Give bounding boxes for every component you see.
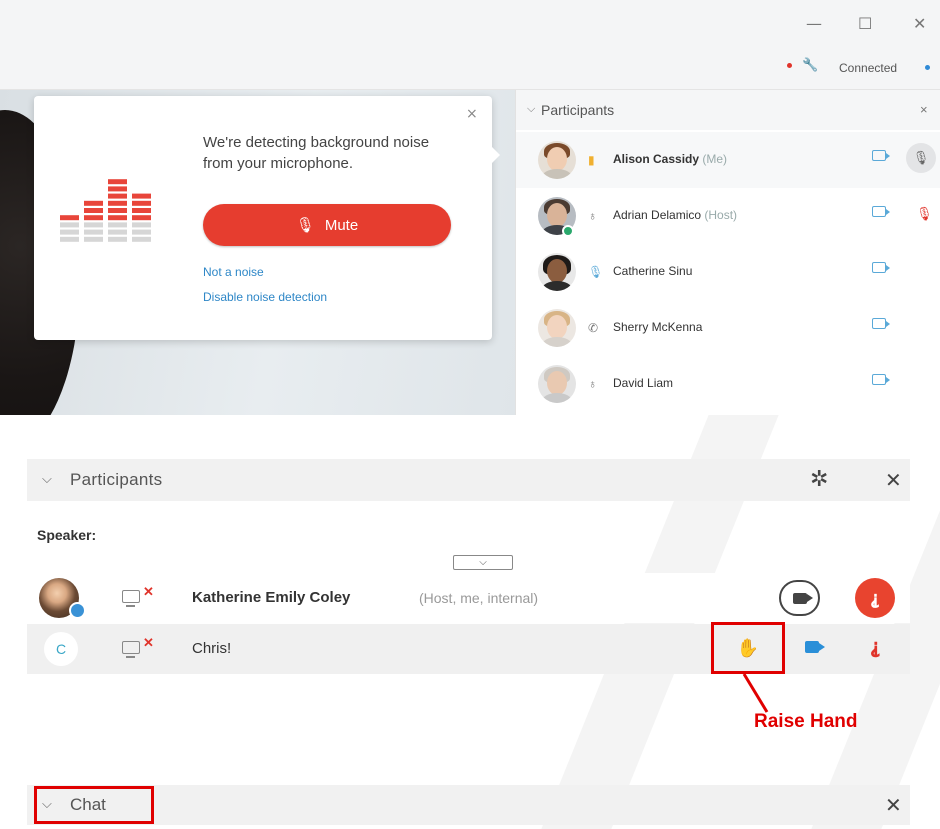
- participants-panel-top: ⌵ Participants × ▮ Alison Cassidy (Me) 🎙: [515, 90, 940, 415]
- equalizer-bar: [108, 208, 127, 213]
- participant-row[interactable]: ▮ Alison Cassidy (Me) 🎙: [516, 132, 940, 188]
- participant-name: Alison Cassidy (Me): [613, 152, 728, 166]
- equalizer-bar: [108, 193, 127, 199]
- equalizer-bar: [60, 186, 79, 191]
- speaking-icon: ▮: [588, 153, 595, 167]
- avatar: [538, 365, 576, 403]
- chat-panel-header[interactable]: ⌵ Chat ✕: [27, 785, 910, 825]
- not-a-noise-link[interactable]: Not a noise: [203, 265, 264, 279]
- equalizer-bar: [108, 179, 127, 185]
- equalizer-bar: [84, 186, 103, 191]
- participant-name: David Liam: [613, 376, 674, 390]
- chevron-down-icon[interactable]: ⌵: [527, 103, 535, 116]
- equalizer-bar: [84, 236, 103, 242]
- equalizer-bar: [60, 201, 79, 206]
- equalizer-bar: [132, 222, 151, 228]
- muted-mic-icon[interactable]: 🎙: [916, 206, 933, 222]
- equalizer-bar: [60, 236, 79, 242]
- equalizer-icon: [60, 176, 170, 246]
- raise-hand-callout-label: Raise Hand: [754, 711, 858, 732]
- minimize-icon[interactable]: —: [806, 14, 822, 33]
- raise-hand-callout-line: [742, 673, 769, 713]
- equalizer-bar: [84, 194, 103, 199]
- equalizer-bar: [60, 215, 79, 221]
- equalizer-bar: [60, 194, 79, 199]
- equalizer-bar: [132, 179, 151, 184]
- camera-icon[interactable]: [872, 374, 890, 385]
- equalizer-bar: [132, 200, 151, 206]
- equalizer-graphic: [60, 179, 151, 242]
- connection-status: Connected: [839, 61, 898, 75]
- popup-pointer: [491, 146, 500, 164]
- equalizer-bar: [132, 208, 151, 213]
- equalizer-bar: [60, 179, 79, 184]
- equalizer-bar: [132, 215, 151, 221]
- participant-name: Adrian Delamico (Host): [613, 208, 738, 222]
- microphone-icon: 🎙: [588, 265, 604, 279]
- headset-icon: ♁: [588, 209, 597, 223]
- close-icon[interactable]: ✕: [885, 793, 902, 817]
- close-icon[interactable]: ×: [920, 102, 928, 117]
- avatar: [538, 253, 576, 291]
- equalizer-bar: [108, 222, 127, 228]
- popup-close-icon[interactable]: ×: [466, 106, 478, 122]
- equalizer-bar: [60, 229, 79, 235]
- participant-name: Sherry McKenna: [613, 320, 703, 334]
- equalizer-bar: [84, 229, 103, 235]
- participant-row[interactable]: 🎙 Catherine Sinu: [516, 244, 940, 300]
- equalizer-bar: [108, 200, 127, 206]
- participant-row[interactable]: ♁ Adrian Delamico (Host) 🎙: [516, 188, 940, 244]
- equalizer-bar: [108, 186, 127, 192]
- equalizer-bar: [60, 208, 79, 213]
- window-titlebar: — ☐ ✕: [0, 0, 940, 48]
- noise-message: We're detecting background noise from yo…: [203, 134, 430, 172]
- equalizer-bar: [132, 193, 151, 199]
- mute-button[interactable]: 🎙 Mute: [203, 204, 451, 246]
- wrench-icon[interactable]: 🔧: [802, 57, 818, 73]
- connection-dot-icon: [925, 65, 930, 70]
- equalizer-bar: [84, 179, 103, 184]
- microphone-icon[interactable]: 🎙: [906, 143, 936, 173]
- chat-panel-title: Chat: [70, 795, 106, 814]
- equalizer-bar: [84, 208, 103, 213]
- recording-dot-icon: [787, 63, 792, 68]
- online-badge: [562, 225, 574, 237]
- equalizer-bar: [132, 186, 151, 191]
- avatar: [538, 309, 576, 347]
- participant-row[interactable]: ✆ Sherry McKenna: [516, 300, 940, 356]
- phone-icon: ✆: [588, 321, 599, 335]
- camera-icon[interactable]: [872, 262, 890, 273]
- equalizer-bar: [132, 229, 151, 235]
- chevron-down-icon[interactable]: ⌵: [42, 796, 52, 812]
- participant-row[interactable]: ♁ David Liam: [516, 356, 940, 412]
- mute-button-label: Mute: [324, 216, 359, 234]
- noise-detection-screenshot: — ☐ ✕ 🔧 Connected × We're detecting back…: [0, 0, 940, 415]
- camera-icon[interactable]: [872, 150, 890, 161]
- equalizer-bar: [108, 215, 127, 221]
- equalizer-bar: [84, 222, 103, 228]
- participant-name: Catherine Sinu: [613, 264, 693, 278]
- equalizer-bar: [108, 229, 127, 235]
- headset-icon: ♁: [588, 377, 597, 391]
- microphone-icon: 🎙: [295, 217, 315, 234]
- equalizer-bar: [84, 200, 103, 206]
- equalizer-bar: [84, 215, 103, 221]
- noise-detection-popup: × We're detecting background noise from …: [34, 96, 500, 340]
- meeting-status-bar: 🔧 Connected: [0, 48, 940, 90]
- close-icon[interactable]: ✕: [913, 14, 926, 33]
- camera-icon[interactable]: [872, 318, 890, 329]
- participants-panel-header: ⌵ Participants ×: [516, 90, 940, 130]
- participants-panel-title: Participants: [541, 102, 615, 118]
- equalizer-bar: [60, 222, 79, 228]
- equalizer-bar: [132, 236, 151, 242]
- camera-icon[interactable]: [872, 206, 890, 217]
- avatar: [538, 141, 576, 179]
- equalizer-bar: [108, 236, 127, 242]
- disable-noise-detection-link[interactable]: Disable noise detection: [203, 290, 327, 304]
- maximize-icon[interactable]: ☐: [858, 14, 872, 33]
- participants-chat-screenshot: ⌵ Participants ✲ ✕ Speaker: ⌵ ✕ Katherin…: [0, 415, 940, 829]
